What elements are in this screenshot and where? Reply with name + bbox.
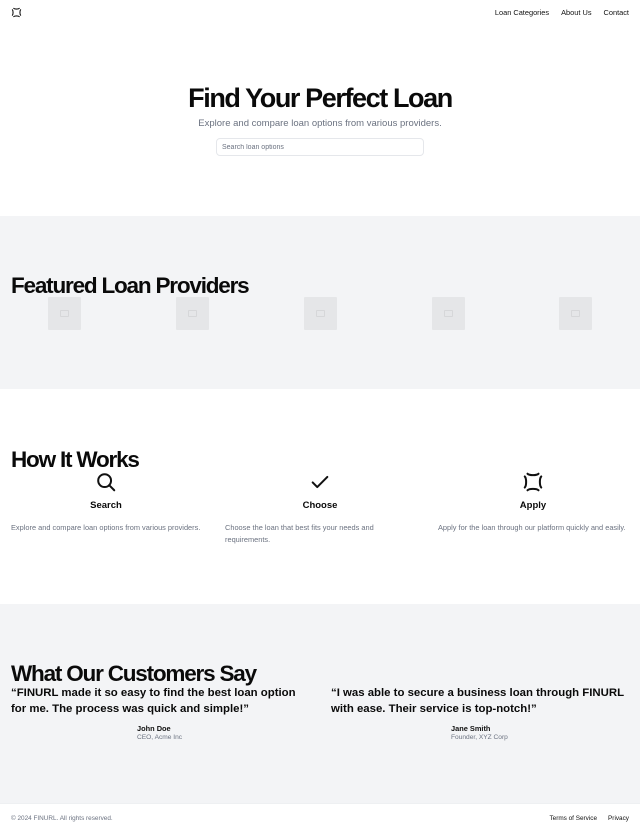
provider-logo[interactable] <box>559 297 592 330</box>
hero-title: Find Your Perfect Loan <box>188 83 453 113</box>
copyright-text: © 2024 FINURL. All rights reserved. <box>11 815 113 822</box>
featured-providers-section: Featured Loan Providers <box>0 216 640 389</box>
section-title: How It Works <box>11 447 140 472</box>
site-footer: © 2024 FINURL. All rights reserved. Term… <box>0 803 640 833</box>
nav-contact[interactable]: Contact <box>604 8 629 17</box>
testimonials-section: What Our Customers Say “FINURL made it s… <box>0 604 640 803</box>
step-apply: Apply <box>438 471 628 511</box>
section-title: Featured Loan Providers <box>11 273 250 298</box>
hero-section: Find Your Perfect Loan Explore and compa… <box>0 26 640 216</box>
nav-about-us[interactable]: About Us <box>561 8 591 17</box>
step-title: Choose <box>302 500 338 511</box>
testimonial-quote: “I was able to secure a business loan th… <box>331 687 624 715</box>
footer-link-terms[interactable]: Terms of Service <box>549 815 597 822</box>
step-description: Explore and compare loan options from va… <box>11 523 201 532</box>
step-description: Apply for the loan through our platform … <box>438 523 626 532</box>
testimonial-quote: “FINURL made it so easy to find the best… <box>11 687 296 715</box>
section-title: What Our Customers Say <box>11 661 257 686</box>
provider-logo[interactable] <box>432 297 465 330</box>
shield-icon <box>523 472 543 492</box>
nav-loan-categories[interactable]: Loan Categories <box>495 8 549 17</box>
footer-links: Terms of Service Privacy <box>549 815 629 822</box>
step-search: Search <box>11 471 201 511</box>
site-header: Loan Categories About Us Contact <box>0 0 640 26</box>
how-it-works-section: How It Works Search Explore and compare … <box>0 389 640 604</box>
step-title: Search <box>90 500 122 511</box>
provider-logo[interactable] <box>304 297 337 330</box>
step-title: Apply <box>519 500 547 511</box>
testimonial-author: Jane Smith <box>451 724 491 733</box>
provider-logo[interactable] <box>176 297 209 330</box>
image-placeholder-icon <box>188 310 197 317</box>
image-placeholder-icon <box>316 310 325 317</box>
provider-logo[interactable] <box>48 297 81 330</box>
search-icon <box>97 473 116 492</box>
testimonial-author: John Doe <box>137 724 171 733</box>
main-nav: Loan Categories About Us Contact <box>495 8 629 17</box>
image-placeholder-icon <box>571 310 580 317</box>
image-placeholder-icon <box>444 310 453 317</box>
search-input[interactable] <box>216 138 424 156</box>
check-icon <box>311 475 329 489</box>
footer-link-privacy[interactable]: Privacy <box>608 815 629 822</box>
hero-subtitle: Explore and compare loan options from va… <box>198 118 442 129</box>
image-placeholder-icon <box>60 310 69 317</box>
shield-logo-icon[interactable] <box>11 7 22 18</box>
testimonial-role: Founder, XYZ Corp <box>451 734 508 741</box>
step-description: Choose the loan that best fits your need… <box>225 523 374 544</box>
step-choose: Choose <box>225 471 415 511</box>
testimonial-role: CEO, Acme Inc <box>137 734 183 741</box>
